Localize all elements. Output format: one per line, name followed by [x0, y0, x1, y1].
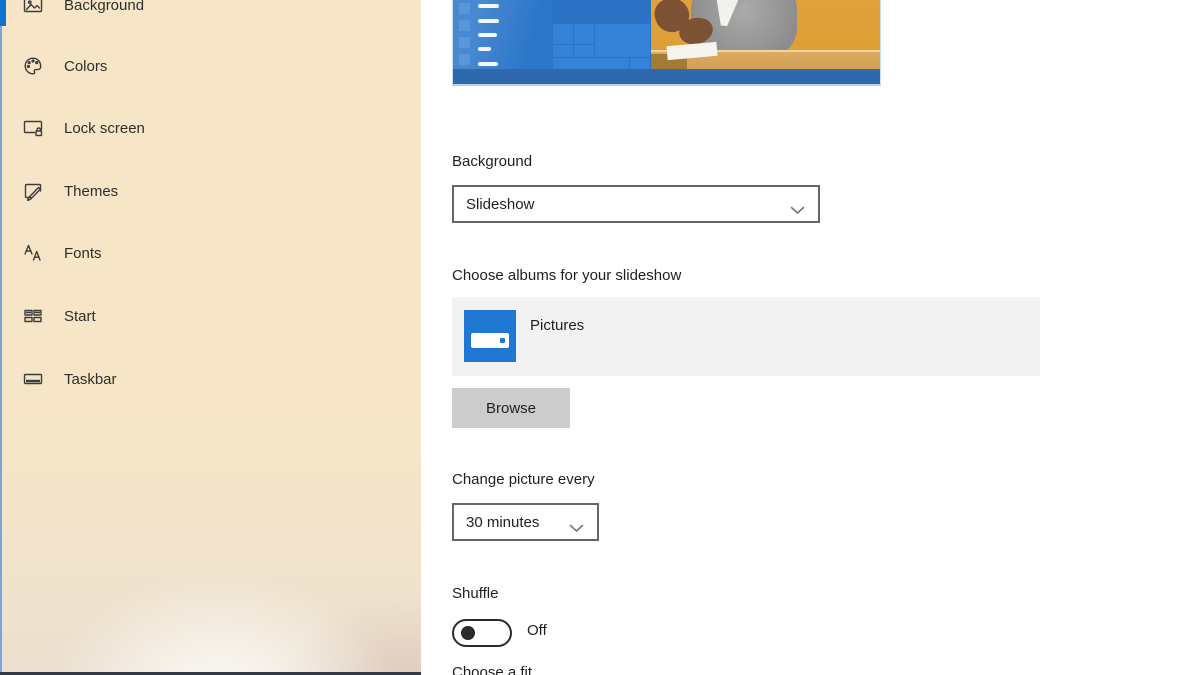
choose-fit-label: Choose a fit: [452, 664, 533, 675]
pictures-album-icon: [464, 310, 516, 362]
sidebar-item-colors[interactable]: Colors: [0, 46, 421, 86]
change-picture-dropdown[interactable]: 30 minutes: [452, 503, 599, 541]
background-preview: [452, 0, 881, 86]
sidebar-item-fonts[interactable]: Fonts: [0, 233, 421, 273]
shuffle-toggle[interactable]: [452, 619, 512, 647]
background-icon: [22, 0, 44, 16]
sidebar-item-start[interactable]: Start: [0, 296, 421, 336]
album-list: Pictures: [452, 297, 1040, 376]
sidebar-item-label: Background: [64, 0, 145, 14]
sidebar-item-label: Start: [64, 307, 96, 325]
shuffle-state-label: Off: [527, 622, 547, 639]
chevron-down-icon: [790, 202, 805, 220]
sidebar-item-lock-screen[interactable]: Lock screen: [0, 108, 421, 148]
content: Background Slideshow Choose albums for y…: [421, 0, 1200, 675]
themes-icon: [22, 180, 44, 202]
sidebar-item-label: Themes: [64, 182, 119, 200]
preview-taskbar: [453, 69, 880, 84]
albums-label: Choose albums for your slideshow: [452, 267, 682, 284]
window-left-edge: [0, 0, 2, 675]
toggle-knob: [461, 626, 475, 640]
sidebar-item-label: Taskbar: [64, 370, 117, 388]
sidebar-item-themes[interactable]: Themes: [0, 171, 421, 211]
settings-window: Background Colors Lock screen Themes Fon: [0, 0, 1200, 675]
sidebar-item-taskbar[interactable]: Taskbar: [0, 359, 421, 399]
album-item-pictures[interactable]: Pictures: [452, 297, 1040, 376]
pictures-album-icon-strip: [471, 333, 509, 348]
colors-icon: [22, 55, 44, 77]
background-dropdown[interactable]: Slideshow: [452, 185, 820, 223]
pictures-album-icon-dot: [500, 338, 505, 343]
chevron-down-icon: [569, 520, 584, 538]
album-name: Pictures: [530, 317, 585, 334]
browse-button[interactable]: Browse: [452, 388, 570, 428]
sidebar-item-label: Fonts: [64, 244, 102, 262]
change-picture-dropdown-value: 30 minutes: [466, 513, 540, 531]
lock-screen-icon: [22, 117, 44, 139]
background-label: Background: [452, 153, 533, 170]
fonts-icon: [22, 242, 44, 264]
shuffle-label: Shuffle: [452, 585, 499, 602]
sidebar-item-label: Colors: [64, 57, 108, 75]
sidebar-item-background[interactable]: Background: [0, 0, 421, 25]
change-picture-label: Change picture every: [452, 471, 595, 488]
start-icon: [22, 305, 44, 327]
sidebar-item-label: Lock screen: [64, 119, 145, 137]
background-dropdown-value: Slideshow: [466, 195, 535, 213]
sidebar: Background Colors Lock screen Themes Fon: [0, 0, 421, 675]
taskbar-icon: [22, 368, 44, 390]
